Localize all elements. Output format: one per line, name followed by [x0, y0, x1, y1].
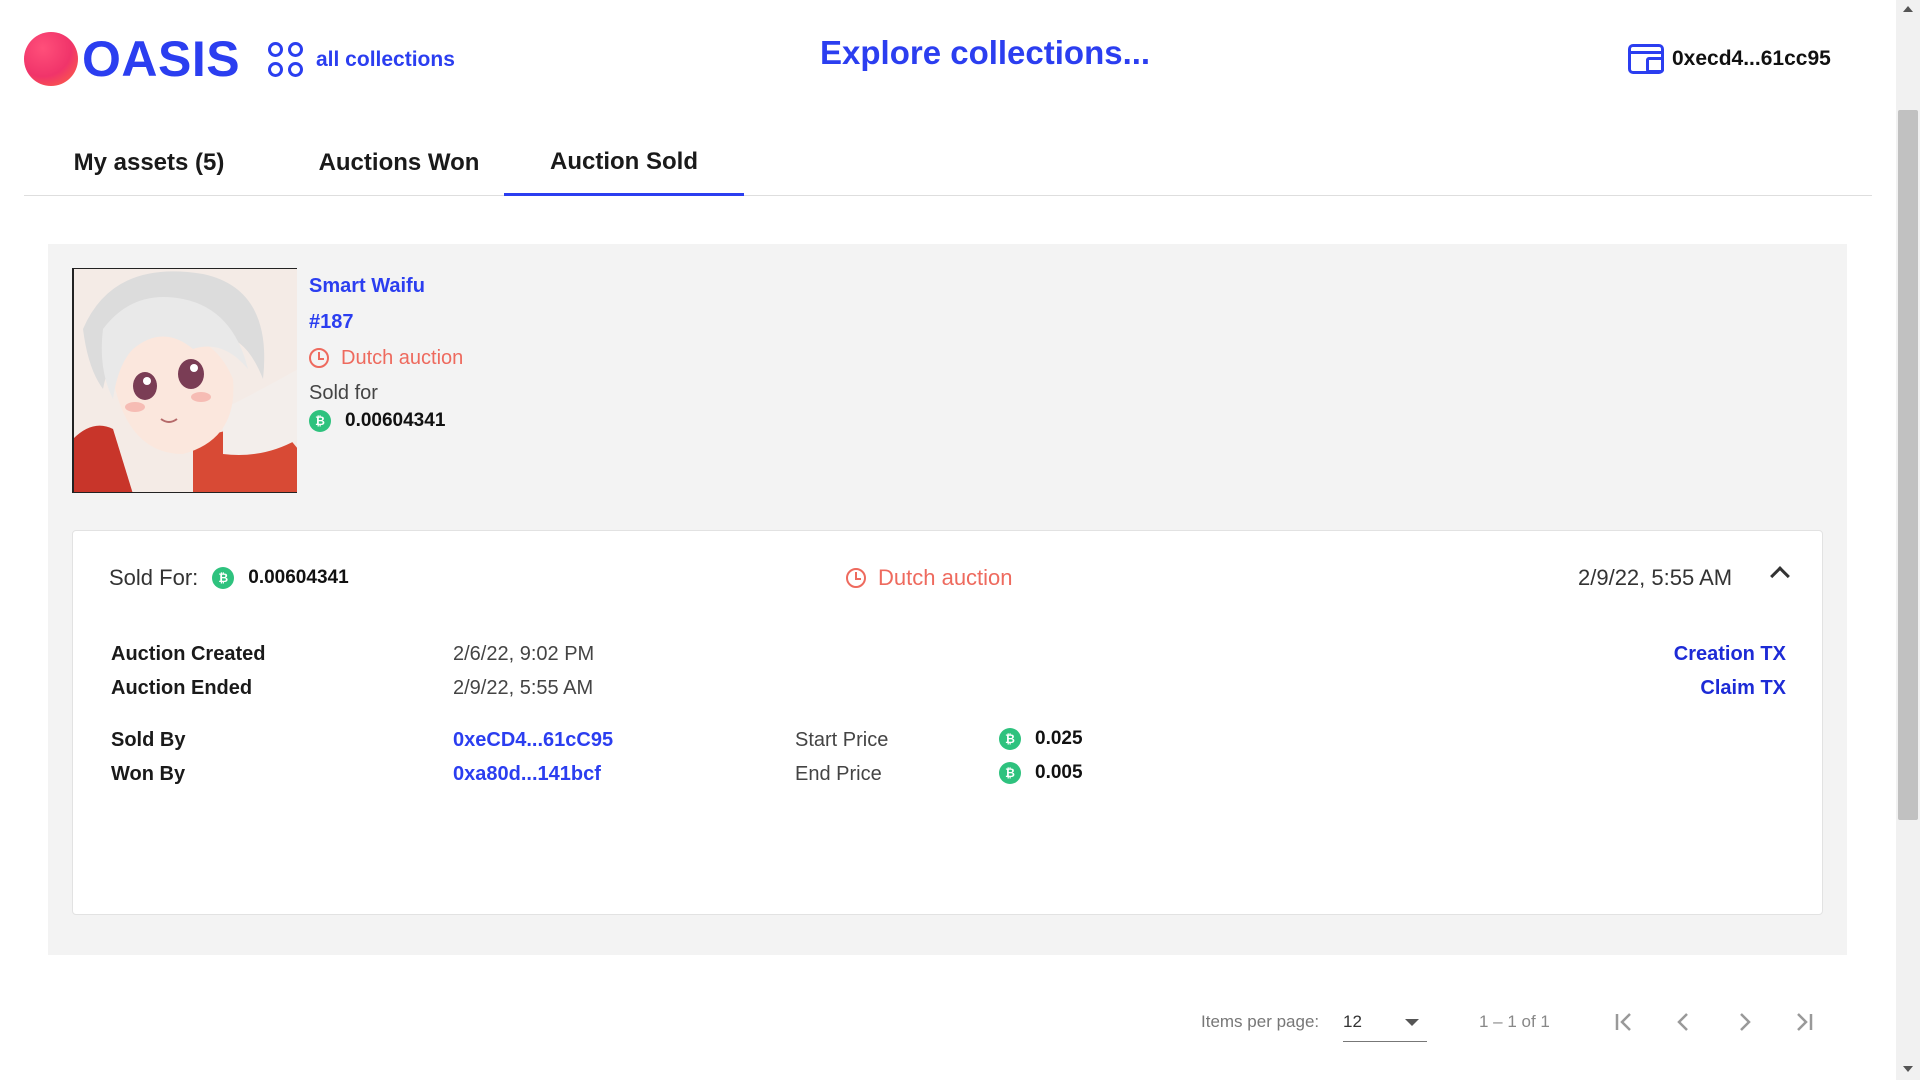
wallet-button[interactable]: 0xecd4...61cc95 — [1628, 44, 1831, 74]
details-sold-for-value: 0.00604341 — [248, 567, 349, 588]
sold-auction-card: Smart Waifu #187 Dutch auction Sold for … — [48, 244, 1847, 955]
auction-ended-label: Auction Ended — [111, 677, 253, 699]
vertical-scrollbar[interactable] — [1896, 0, 1920, 1080]
logo-text: OASIS — [82, 31, 241, 87]
auction-type-row: Dutch auction — [309, 340, 463, 376]
auction-created-label: Auction Created — [111, 643, 266, 665]
last-page-icon — [1797, 1013, 1813, 1031]
page-range-label: 1 – 1 of 1 — [1479, 1012, 1550, 1031]
chevron-right-icon — [1740, 1013, 1751, 1031]
items-per-page-select[interactable]: 12 — [1343, 1004, 1427, 1042]
end-price-label: End Price — [795, 763, 882, 785]
wallet-address: 0xecd4...61cc95 — [1672, 47, 1831, 70]
items-per-page-label: Items per page: — [1201, 1012, 1320, 1031]
first-page-icon — [1615, 1013, 1631, 1031]
start-price-value: 0.025 — [1035, 728, 1083, 749]
won-by-label: Won By — [111, 763, 186, 785]
all-collections-link[interactable]: all collections — [268, 42, 455, 78]
auction-type: Dutch auction — [341, 347, 464, 369]
details-sold-for: Sold For: ₿ 0.00604341 — [109, 565, 349, 591]
coin-icon: ₿ — [999, 728, 1021, 750]
all-collections-label: all collections — [316, 48, 455, 71]
coin-icon: ₿ — [212, 567, 235, 589]
chevron-left-icon — [1677, 1013, 1688, 1031]
next-page-button[interactable] — [1722, 1000, 1766, 1044]
clock-icon — [846, 568, 866, 588]
clock-icon — [309, 348, 329, 368]
scroll-down-arrow-icon[interactable] — [1903, 1066, 1913, 1072]
details-auction-type: Dutch auction — [846, 565, 1013, 591]
start-price-label: Start Price — [795, 729, 889, 751]
claim-tx-link[interactable]: Claim TX — [1700, 677, 1786, 700]
first-page-button[interactable] — [1602, 1000, 1646, 1044]
tab-auction-sold[interactable]: Auction Sold — [504, 130, 744, 196]
previous-page-button[interactable] — [1662, 1000, 1706, 1044]
oasis-logo[interactable]: OASIS — [24, 32, 240, 86]
sold-price-row: ₿ 0.00604341 — [309, 410, 463, 432]
chevron-up-icon[interactable] — [1770, 566, 1790, 586]
sold-price-value: 0.00604341 — [345, 410, 446, 431]
nft-image[interactable] — [72, 268, 297, 493]
wallet-icon — [1628, 44, 1664, 74]
details-sold-for-label: Sold For: — [109, 565, 199, 590]
auction-created-value: 2/6/22, 9:02 PM — [453, 643, 595, 665]
sold-for-label: Sold for — [309, 382, 378, 404]
paginator: Items per page: 12 1 – 1 of 1 — [1180, 1000, 1840, 1044]
tab-bar: My assets (5) Auctions Won Auction Sold — [24, 130, 1872, 196]
sold-by-address-link[interactable]: 0xeCD4...61cC95 — [453, 729, 613, 752]
tab-auctions-won[interactable]: Auctions Won — [284, 130, 514, 196]
items-per-page-value: 12 — [1343, 1012, 1362, 1031]
last-page-button[interactable] — [1782, 1000, 1826, 1044]
nft-artwork — [73, 269, 297, 492]
explore-collections-link[interactable]: Explore collections... — [820, 34, 1150, 72]
auction-details-panel: Sold For: ₿ 0.00604341 Dutch auction 2/9… — [72, 530, 1823, 915]
scroll-up-arrow-icon[interactable] — [1903, 6, 1913, 12]
creation-tx-link[interactable]: Creation TX — [1674, 643, 1786, 666]
logo-mark — [24, 32, 78, 86]
start-price-row: ₿ 0.025 — [999, 728, 1083, 750]
nft-collection-name[interactable]: Smart Waifu — [309, 268, 463, 304]
header: OASIS all collections Explore collection… — [0, 0, 1896, 120]
nft-token-number[interactable]: #187 — [309, 304, 463, 340]
end-price-row: ₿ 0.005 — [999, 762, 1083, 784]
auction-details-header[interactable]: Sold For: ₿ 0.00604341 Dutch auction 2/9… — [73, 531, 1822, 627]
grid-icon — [268, 42, 304, 78]
details-date: 2/9/22, 5:55 AM — [1578, 565, 1733, 590]
coin-icon: ₿ — [309, 410, 331, 432]
coin-icon: ₿ — [999, 762, 1021, 784]
sold-by-label: Sold By — [111, 729, 186, 751]
nft-info: Smart Waifu #187 Dutch auction Sold for … — [309, 268, 463, 432]
details-auction-type-label: Dutch auction — [878, 565, 1013, 590]
end-price-value: 0.005 — [1035, 762, 1083, 783]
auction-ended-value: 2/9/22, 5:55 AM — [453, 677, 594, 699]
scrollbar-thumb[interactable] — [1898, 110, 1918, 820]
won-by-address-link[interactable]: 0xa80d...141bcf — [453, 763, 601, 786]
caret-down-icon — [1405, 1019, 1419, 1026]
tab-my-assets[interactable]: My assets (5) — [44, 130, 254, 196]
